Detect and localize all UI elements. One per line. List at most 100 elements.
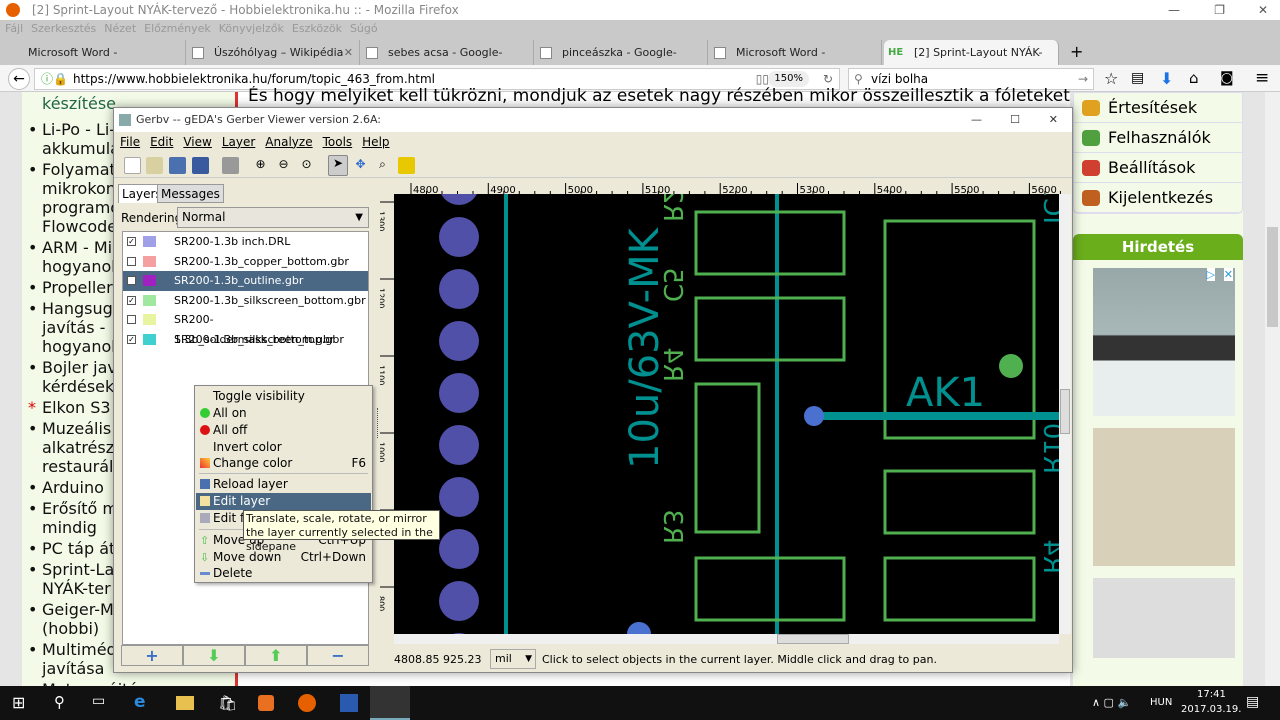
home-icon[interactable]: ⌂	[1189, 69, 1199, 87]
pcb-canvas[interactable]: AK1 10u/63V-MK R2 C5 R4 R3 IC1 R10 R4	[394, 194, 1059, 634]
layer-visibility-checkbox[interactable]: ✓	[127, 295, 136, 305]
user-menu-item[interactable]: Felhasználók	[1074, 123, 1242, 153]
canvas-hscrollbar[interactable]	[394, 634, 1059, 644]
zoom-level[interactable]: 150%	[768, 71, 809, 87]
tab-close-icon[interactable]: ✕	[344, 40, 353, 65]
canvas-vscrollbar[interactable]	[1059, 194, 1071, 634]
print-icon[interactable]	[222, 157, 239, 174]
gerbv-taskbar-icon[interactable]	[370, 686, 410, 720]
ad-close-icon[interactable]: ✕	[1223, 268, 1233, 281]
gerbv-menu-item[interactable]: Layer	[222, 135, 255, 149]
gerbv-maximize-button[interactable]: ☐	[1010, 108, 1020, 132]
menu-item[interactable]: Könyvjelzők	[219, 22, 284, 35]
gerbv-close-button[interactable]: ✕	[1049, 108, 1058, 132]
store-icon[interactable]: 🛍	[218, 694, 237, 712]
page-scrollbar[interactable]	[1265, 92, 1280, 686]
bookmarks-list-icon[interactable]: ▤	[1131, 70, 1144, 86]
layer-visibility-checkbox[interactable]	[127, 315, 136, 324]
browser-tab[interactable]: Microsoft Word - bio12_flap1f...✕	[8, 40, 186, 84]
media-player-icon[interactable]	[258, 695, 274, 711]
layer-visibility-checkbox[interactable]: ✓	[127, 237, 136, 246]
gerbv-menu-item[interactable]: Analyze	[265, 135, 312, 149]
layer-row[interactable]: SR200-1.3b_outline.gbr	[123, 271, 368, 291]
go-arrow-icon[interactable]: →	[1078, 69, 1088, 89]
layer-color-swatch[interactable]	[143, 255, 156, 267]
sprint-layout-taskbar-icon[interactable]	[340, 694, 358, 712]
notifications-icon[interactable]: ▤	[1246, 694, 1259, 710]
browser-tab[interactable]: Úszóhólyag – Wikipédia ✕	[188, 40, 360, 65]
close-button[interactable]: ✕	[1258, 0, 1268, 20]
layer-color-swatch[interactable]	[143, 294, 156, 306]
gerbv-menu-item[interactable]: Help	[362, 135, 389, 149]
gerbv-menu-item[interactable]: Edit	[150, 135, 173, 149]
bookmark-star-icon[interactable]: ☆	[1104, 69, 1118, 88]
layer-visibility-checkbox[interactable]	[127, 276, 136, 285]
browser-tab[interactable]: pinceászka - Google-keres...✕	[536, 40, 708, 84]
start-icon[interactable]: ⊞	[12, 693, 25, 712]
zoom-tool-icon[interactable]: ⌕	[374, 157, 391, 174]
layer-row[interactable]: SR200-1.3b_copper_bottom.gbr	[123, 252, 368, 272]
add-layer-button[interactable]: +	[121, 645, 183, 666]
layer-color-swatch[interactable]	[143, 314, 156, 325]
layer-color-swatch[interactable]	[143, 236, 156, 247]
minimize-button[interactable]: —	[1168, 0, 1180, 20]
gerbv-menu-item[interactable]: File	[120, 135, 140, 149]
revert-icon[interactable]	[169, 157, 186, 174]
gerbv-menu-item[interactable]: View	[183, 135, 211, 149]
ad-image-marklin[interactable]: ▷ ✕	[1093, 268, 1235, 416]
open-icon[interactable]	[146, 157, 163, 174]
rendering-select[interactable]: Normal ▼	[177, 207, 369, 228]
tray-icons[interactable]: ∧ ▢ 🔈	[1092, 696, 1131, 709]
context-menu-item[interactable]: Delete	[196, 565, 371, 582]
measure-tool-icon[interactable]	[398, 157, 415, 174]
layer-color-swatch[interactable]	[143, 275, 156, 286]
search-icon[interactable]: ⚲	[54, 693, 65, 711]
context-menu-item[interactable]: Toggle visibility	[196, 388, 371, 405]
edge-icon[interactable]: e	[134, 692, 146, 712]
browser-tab[interactable]: Microsoft Word - bio12javutm...✕	[710, 40, 882, 84]
layer-color-swatch[interactable]	[143, 333, 156, 345]
pointer-tool-icon[interactable]: ➤	[328, 155, 348, 176]
menu-item[interactable]: Fájl	[5, 22, 23, 35]
menu-item[interactable]: Nézet	[104, 22, 136, 35]
layer-visibility-checkbox[interactable]: ✓	[127, 334, 136, 344]
remove-layer-button[interactable]: −	[307, 645, 369, 666]
layer-row[interactable]: ✓ SR200-1.3b inch.DRL	[123, 232, 368, 252]
new-icon[interactable]	[124, 157, 141, 174]
gerbv-minimize-button[interactable]: —	[971, 108, 982, 132]
file-explorer-icon[interactable]	[176, 696, 194, 710]
adchoices-icon[interactable]: ▷	[1206, 268, 1215, 281]
menu-item[interactable]: Súgó	[350, 22, 378, 35]
save-icon[interactable]	[192, 157, 209, 174]
user-menu-item[interactable]: Kijelentkezés	[1074, 183, 1242, 213]
layer-visibility-checkbox[interactable]	[127, 256, 136, 266]
user-menu-item[interactable]: Beállítások	[1074, 153, 1242, 183]
pan-tool-icon[interactable]: ✥	[352, 157, 369, 174]
gerbv-menu-item[interactable]: Tools	[323, 135, 353, 149]
clock-date[interactable]: 2017.03.19.	[1181, 704, 1241, 715]
menu-item[interactable]: Előzmények	[144, 22, 211, 35]
pocket-icon[interactable]: ◙	[1220, 70, 1234, 86]
maximize-button[interactable]: ❐	[1214, 0, 1225, 20]
layer-row[interactable]: SR200-1.3b_soldermask_bottom.gbr	[123, 310, 368, 346]
zoom-in-icon[interactable]: ⊕	[252, 157, 269, 174]
browser-tab[interactable]: sebes acsa - Google-keres...✕	[362, 40, 534, 84]
new-tab-button[interactable]: +	[1070, 42, 1083, 61]
user-menu-item[interactable]: Értesítések	[1074, 93, 1242, 123]
menu-item[interactable]: Szerkesztés	[31, 22, 96, 35]
browser-tab[interactable]: HE[2] Sprint-Layout NYÁK-te...✕	[884, 40, 1059, 84]
language-indicator[interactable]: HUN	[1150, 697, 1172, 708]
unit-select[interactable]: mil ▼	[490, 649, 536, 669]
download-icon[interactable]: ⬇	[1160, 69, 1173, 88]
zoom-out-icon[interactable]: ⊖	[275, 157, 292, 174]
context-menu-item[interactable]: All on	[196, 405, 371, 422]
context-menu-item[interactable]: Edit layer	[196, 493, 371, 510]
back-button[interactable]: ←	[8, 68, 30, 90]
layer-row[interactable]: ✓ SR200-1.3b_silkscreen_top.gbr	[123, 330, 368, 350]
context-menu-item[interactable]: All off	[196, 422, 371, 439]
tab-messages[interactable]: Messages	[157, 184, 224, 203]
ad-image-artifact[interactable]	[1093, 578, 1235, 658]
ad-image-poster[interactable]	[1093, 428, 1235, 566]
firefox-taskbar-icon[interactable]	[298, 694, 316, 712]
hamburger-menu-icon[interactable]: ≡	[1255, 68, 1269, 88]
